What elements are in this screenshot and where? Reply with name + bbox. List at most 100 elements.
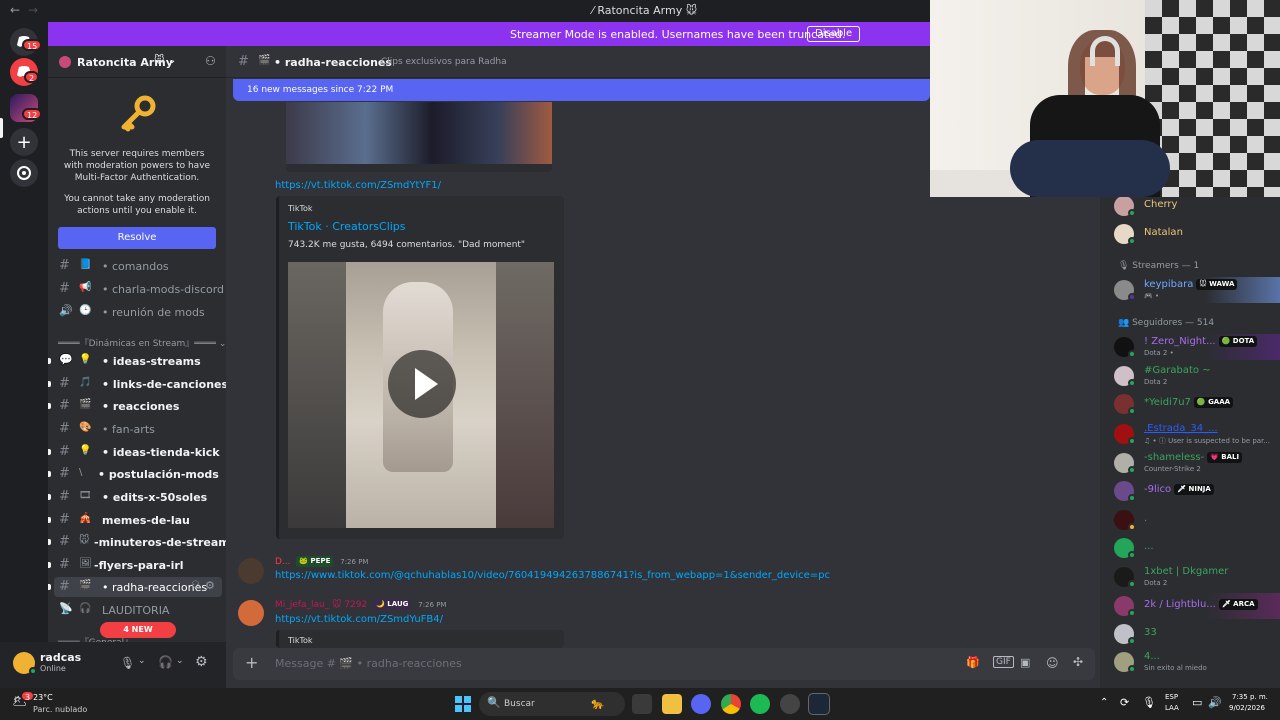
member-item[interactable]: Natalan (1114, 221, 1280, 247)
explore-icon[interactable] (10, 159, 38, 187)
avatar[interactable] (238, 600, 264, 626)
tray-expand-icon[interactable]: ⌃ (1100, 697, 1108, 708)
search-placeholder: Buscar (504, 699, 535, 709)
channel-charla-mods-discord[interactable]: # 📢 • charla-mods-discord (48, 279, 224, 299)
member-item[interactable]: -9lico 🗡 NINJA (1114, 478, 1280, 504)
server-header[interactable]: Ratoncita Army 🐭 ⌄ ⚇ (48, 46, 226, 78)
network-sync-icon[interactable]: ⟳ (1120, 696, 1129, 709)
message-link[interactable]: https://vt.tiktok.com/ZSmdYuFB4/ (275, 614, 443, 625)
resolve-button[interactable]: Resolve (58, 227, 216, 249)
member-item[interactable]: -shameless- 💗 BALI Counter-Strike 2 (1114, 450, 1280, 476)
add-member-icon[interactable]: ⚇ (205, 54, 216, 68)
server-avatar (59, 56, 71, 68)
language-code[interactable]: ESP (1165, 693, 1178, 701)
spotify-icon[interactable] (750, 694, 770, 714)
member-item[interactable]: keypibara 🐭 WAWA 🎮 • (1114, 277, 1280, 303)
emoji-icon[interactable]: ☺ (1046, 656, 1059, 670)
file-explorer-icon[interactable] (662, 694, 682, 714)
member-item[interactable]: #Garabato ~ Dota 2 (1114, 363, 1280, 389)
clock-date[interactable]: 9/02/2026 (1229, 704, 1265, 712)
channel-minuteros-de-stream[interactable]: # 🐭 -minuteros-de-stream (48, 532, 230, 552)
link-text[interactable]: https://vt.tiktok.com/ZSmdYtYF1/ (275, 180, 441, 191)
channel-reacciones[interactable]: # 🎬 • reacciones (48, 396, 222, 416)
member-item[interactable]: *Yeidi7u7 🟢 GAAA (1114, 391, 1280, 417)
channel-reunion-de-mods[interactable]: 🔊 🕒 • reunión de mods (48, 302, 222, 322)
channel-radha-reacciones[interactable]: # 🎬 • radha-reacciones ⚇ ⚙ (48, 577, 222, 597)
member-activity: Dota 2 (1144, 378, 1168, 386)
member-item[interactable]: 1xbet | Dkgamer Dota 2 (1114, 564, 1280, 590)
task-view-icon[interactable] (632, 694, 652, 714)
apps-icon[interactable]: ✣ (1073, 655, 1083, 669)
invite-icon[interactable]: ⚇ (191, 580, 200, 591)
clock-time[interactable]: 7:35 p. m. (1232, 693, 1268, 701)
headphones-icon[interactable]: 🎧 (158, 655, 173, 669)
gif-icon[interactable]: GIF (993, 656, 1014, 668)
channel-comandos[interactable]: # 📘 • comandos (48, 256, 222, 276)
chrome-icon[interactable] (721, 694, 741, 714)
role-tag-text: PEPE (310, 557, 331, 565)
chevron-down-icon[interactable]: ⌄ (176, 656, 184, 666)
display-icon[interactable]: ▭ (1192, 696, 1202, 709)
settings-gear-icon[interactable]: ⚙ (205, 579, 215, 592)
channel-edits-x-50soles[interactable]: # 🎞 • edits-x-50soles (48, 487, 222, 507)
channel-name: • ideas-streams (102, 355, 201, 368)
keyboard-layout[interactable]: LAA (1165, 704, 1179, 712)
channel-ideas-streams[interactable]: 💬 💡 • ideas-streams (48, 351, 222, 371)
hash-icon: # (59, 489, 70, 504)
member-name-text: 2k / Lightblu... (1144, 599, 1216, 610)
category-dinamicas[interactable]: ════『Dinámicas en Stream』════ ⌄ (58, 336, 226, 349)
link-text[interactable]: https://www.tiktok.com/@qchuhablas10/vid… (275, 570, 830, 581)
member-item[interactable]: . (1114, 507, 1280, 533)
author-name[interactable]: D... (275, 557, 291, 567)
channel-flyers-para-irl[interactable]: # 🖼 -flyers-para-irl (48, 555, 222, 575)
new-mentions-pill[interactable]: 4 NEW MENTIONS (100, 622, 176, 650)
new-messages-bar[interactable]: 16 new messages since 7:22 PM (233, 79, 930, 101)
disable-button[interactable]: Disable (807, 26, 861, 42)
channel-postulacion-mods[interactable]: # \ • postulación-mods (48, 464, 222, 484)
app-icon[interactable] (780, 694, 800, 714)
steam-icon[interactable] (808, 693, 830, 715)
avatar[interactable] (238, 558, 264, 584)
message-link[interactable]: https://www.tiktok.com/@qchuhablas10/vid… (275, 570, 830, 581)
channel-emoji: 🕒 (79, 305, 92, 316)
member-item[interactable]: ! Zero_Night... 🟢 DOTA Dota 2 • (1114, 334, 1280, 360)
author-name[interactable]: Mi_jefa_lau_ (275, 600, 329, 610)
video-player[interactable] (288, 262, 554, 528)
search-input[interactable]: 🔍 Buscar 🐆 (479, 692, 625, 716)
forward-arrow-icon[interactable]: → (28, 3, 38, 17)
microphone-tray-icon[interactable]: 🎙 (1142, 696, 1156, 709)
member-item[interactable]: .Estrada_34_... ♫ • ⓘ User is suspected t… (1114, 421, 1280, 447)
back-arrow-icon[interactable]: ← (10, 3, 20, 17)
message-composer[interactable]: + Message # 🎬 • radha-reacciones 🎁 GIF ▣… (233, 648, 1095, 680)
windows-start-icon[interactable] (453, 694, 473, 714)
video-thumbnail-top[interactable] (286, 102, 552, 164)
channel-emoji: 💡 (79, 445, 92, 456)
sticker-icon[interactable]: ▣ (1020, 656, 1030, 669)
member-item[interactable]: 33 (1114, 621, 1280, 647)
key-icon (121, 95, 156, 132)
member-item[interactable]: 2k / Lightblu... 🗡 ARCA (1114, 593, 1280, 619)
channel-fan-arts[interactable]: # 🎨 • fan-arts (48, 419, 222, 439)
channel-links-de-canciones[interactable]: # 🎵 • links-de-canciones (48, 374, 228, 394)
play-button-icon[interactable] (388, 350, 456, 418)
member-item[interactable]: 4... Sin exito al miedo (1114, 649, 1280, 675)
member-item[interactable]: ... (1114, 535, 1280, 561)
add-server-icon[interactable]: + (10, 128, 38, 156)
role-tag: 🟢 GAAA (1193, 397, 1234, 408)
embed-title[interactable]: TikTok · CreatorsClips (288, 220, 406, 233)
discord-taskbar-icon[interactable] (691, 694, 711, 714)
channel-emoji: 🎬 (79, 399, 92, 410)
message-link[interactable]: https://vt.tiktok.com/ZSmdYtYF1/ (275, 180, 441, 191)
user-settings-gear-icon[interactable]: ⚙ (195, 654, 208, 670)
channel-lauditoria[interactable]: 📡 🎧 LAUDITORIA (48, 600, 222, 620)
link-text[interactable]: https://vt.tiktok.com/ZSmdYuFB4/ (275, 614, 443, 625)
microphone-icon[interactable]: 🎙 (120, 656, 135, 670)
gift-icon[interactable]: 🎁 (966, 656, 980, 669)
member-name: 1xbet | Dkgamer (1144, 566, 1228, 577)
chevron-down-icon[interactable]: ⌄ (138, 656, 146, 666)
channel-memes-de-lau[interactable]: # 🎪 memes-de-lau (48, 510, 222, 530)
volume-icon[interactable]: 🔊 (1208, 696, 1222, 709)
channel-ideas-tienda-kick[interactable]: # 💡 • ideas-tienda-kick (48, 442, 222, 462)
add-attachment-icon[interactable]: + (245, 653, 258, 672)
channel-emoji: \ (79, 467, 83, 478)
